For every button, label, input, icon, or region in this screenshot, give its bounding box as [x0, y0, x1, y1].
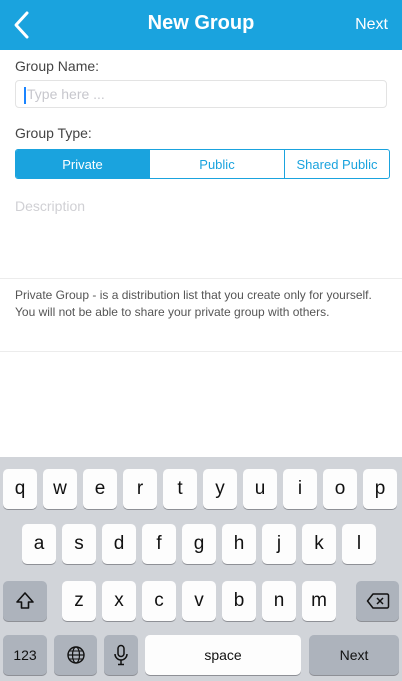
key-x[interactable]: x [102, 581, 136, 621]
key-z[interactable]: z [62, 581, 96, 621]
shift-arrow-icon [16, 592, 34, 609]
divider [0, 351, 402, 352]
key-f[interactable]: f [142, 524, 176, 564]
navigation-bar: New Group Next [0, 0, 402, 50]
key-u[interactable]: u [243, 469, 277, 509]
type-option-private[interactable]: Private [16, 150, 149, 178]
numbers-key-label: 123 [13, 647, 37, 663]
delete-backspace-icon [366, 593, 389, 609]
group-name-placeholder: Type here ... [27, 86, 105, 102]
space-key[interactable]: space [145, 635, 301, 675]
key-r[interactable]: r [123, 469, 157, 509]
key-h[interactable]: h [222, 524, 256, 564]
globe-key[interactable] [54, 635, 97, 675]
shift-key[interactable] [3, 581, 47, 621]
next-button[interactable]: Next [355, 16, 388, 34]
group-name-input[interactable]: Type here ... [15, 80, 387, 108]
key-t[interactable]: t [163, 469, 197, 509]
key-p[interactable]: p [363, 469, 397, 509]
group-type-segmented-control: Private Public Shared Public [15, 149, 390, 179]
type-option-public[interactable]: Public [149, 150, 284, 178]
type-option-shared-public[interactable]: Shared Public [284, 150, 389, 178]
key-v[interactable]: v [182, 581, 216, 621]
key-a[interactable]: a [22, 524, 56, 564]
key-w[interactable]: w [43, 469, 77, 509]
key-g[interactable]: g [182, 524, 216, 564]
key-n[interactable]: n [262, 581, 296, 621]
key-d[interactable]: d [102, 524, 136, 564]
key-b[interactable]: b [222, 581, 256, 621]
globe-icon [66, 646, 85, 664]
key-s[interactable]: s [62, 524, 96, 564]
key-k[interactable]: k [302, 524, 336, 564]
group-type-label: Group Type: [15, 125, 92, 141]
page-title: New Group [147, 12, 255, 34]
return-next-key[interactable]: Next [309, 635, 399, 675]
key-y[interactable]: y [203, 469, 237, 509]
group-type-help-text: Private Group - is a distribution list t… [15, 288, 372, 319]
key-m[interactable]: m [302, 581, 336, 621]
microphone-icon [114, 644, 128, 666]
space-key-label: space [204, 647, 242, 663]
description-field[interactable]: Description [15, 198, 85, 214]
dictation-key[interactable] [104, 635, 138, 675]
key-o[interactable]: o [323, 469, 357, 509]
onscreen-keyboard: q w e r t y u i o p a s d f g h j k l z … [0, 457, 402, 681]
text-cursor [24, 86, 26, 104]
group-name-label: Group Name: [15, 58, 100, 74]
backspace-key[interactable] [356, 581, 399, 621]
key-e[interactable]: e [83, 469, 117, 509]
numbers-key[interactable]: 123 [3, 635, 47, 675]
key-q[interactable]: q [3, 469, 37, 509]
key-c[interactable]: c [142, 581, 176, 621]
key-l[interactable]: l [342, 524, 376, 564]
return-key-label: Next [339, 647, 369, 663]
key-j[interactable]: j [262, 524, 296, 564]
divider [0, 278, 402, 279]
key-i[interactable]: i [283, 469, 317, 509]
